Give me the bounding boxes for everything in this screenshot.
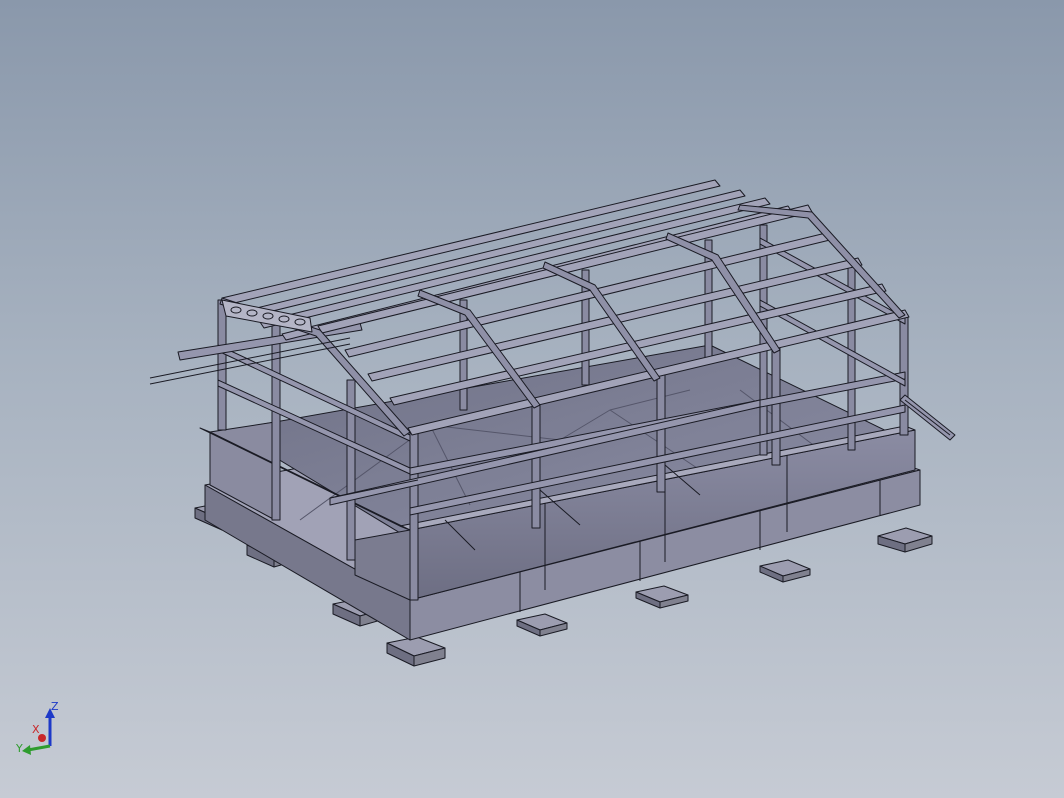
y-axis-label: Y bbox=[15, 742, 23, 755]
steel-frame-building-model[interactable] bbox=[149, 179, 956, 667]
x-axis-label: X bbox=[32, 723, 40, 736]
z-axis-label: Z bbox=[51, 700, 59, 713]
y-axis-icon bbox=[27, 744, 51, 752]
y-arrow-icon bbox=[22, 745, 31, 755]
axis-triad: Z X Y bbox=[15, 700, 59, 755]
model-viewport[interactable] bbox=[0, 0, 1064, 798]
